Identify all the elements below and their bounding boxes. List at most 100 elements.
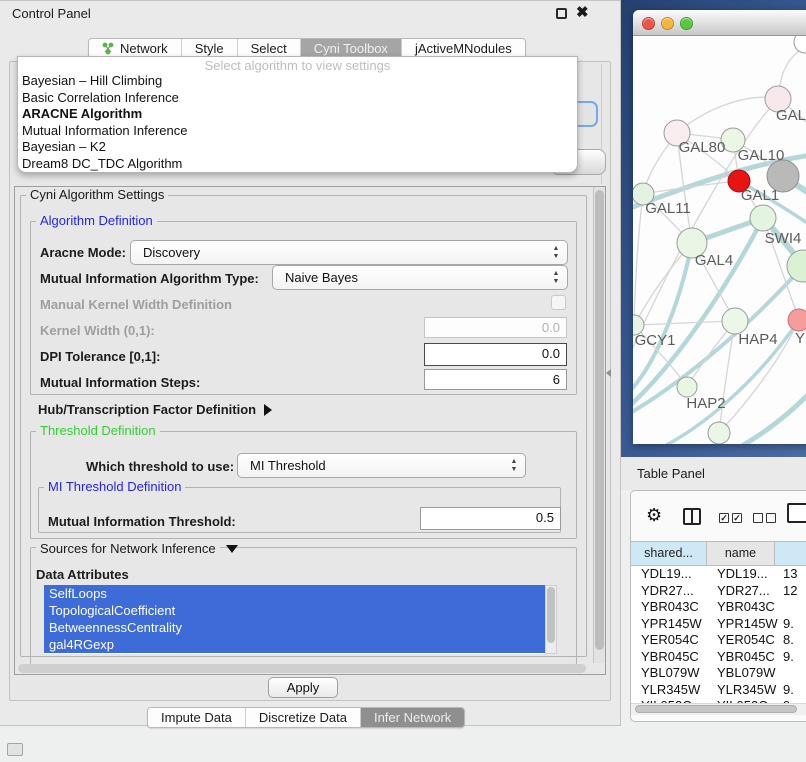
aracne-mode-label: Aracne Mode: <box>40 245 126 260</box>
window-close-button[interactable] <box>642 17 655 30</box>
spinner-arrows-icon: ▲▼ <box>549 245 567 261</box>
manual-kernel-width-checkbox[interactable] <box>551 295 566 310</box>
mi-algorithm-type-value: Naive Bayes <box>273 270 549 285</box>
table-row[interactable]: YER054CYER054C8. <box>631 632 806 649</box>
cyni-tab-discretize-data[interactable]: Discretize Data <box>246 708 361 727</box>
tab-label: Cyni Toolbox <box>314 41 388 56</box>
select-all-rows-icon[interactable]: ✓ ✓ <box>719 513 742 523</box>
deselect-all-rows-icon[interactable] <box>753 513 776 523</box>
window-zoom-button[interactable] <box>680 17 693 30</box>
node-top-partial[interactable] <box>794 36 806 53</box>
which-threshold-select[interactable]: MI Threshold ▲▼ <box>237 453 526 478</box>
network-view-window[interactable]: GALGAL80GAL10GAL1GAL11SWI4GAL4GCY1HAP4YH… <box>633 10 806 444</box>
node-label: HAP2 <box>686 395 725 412</box>
cyni-tab-infer-network[interactable]: Infer Network <box>361 708 464 727</box>
algorithm-option[interactable]: Mutual Information Inference <box>18 123 577 140</box>
node-salmon[interactable] <box>788 309 806 331</box>
attribute-item[interactable]: gal4RGexp <box>44 636 545 653</box>
spinner-arrows-icon: ▲▼ <box>507 458 525 474</box>
mi-threshold-field[interactable]: 0.5 <box>420 507 561 530</box>
network-edge[interactable] <box>731 384 806 444</box>
table-cell: YBR043C <box>717 599 775 615</box>
node-label: Y <box>795 330 805 347</box>
table-row[interactable]: YBL079WYBL079W <box>631 665 806 682</box>
mi-steps-label: Mutual Information Steps: <box>40 375 200 390</box>
window-minimize-button[interactable] <box>661 17 674 30</box>
tab-label: jActiveMNodules <box>415 41 512 56</box>
hub-definition-toggle[interactable]: Hub/Transcription Factor Definition <box>38 401 272 419</box>
column-chooser-icon[interactable] <box>683 508 701 525</box>
mi-algorithm-type-select[interactable]: Naive Bayes ▲▼ <box>272 265 568 290</box>
close-panel-icon[interactable]: ✖ <box>576 3 589 21</box>
table-cell: YLR345W <box>641 682 700 698</box>
network-edge[interactable] <box>677 97 778 133</box>
mi-threshold-label: Mutual Information Threshold: <box>48 514 236 529</box>
attribute-item[interactable]: SelfLoops <box>44 585 545 602</box>
export-table-icon[interactable] <box>787 503 806 523</box>
mi-steps-field[interactable]: 6 <box>424 369 567 390</box>
table-horizontal-scrollbar-thumb[interactable] <box>635 705 797 713</box>
algorithm-option[interactable]: Bayesian – K2 <box>18 139 577 156</box>
network-edge[interactable] <box>634 321 735 325</box>
horizontal-scrollbar-thumb[interactable] <box>18 664 586 673</box>
table-row[interactable]: YBR043C YBR043C <box>631 599 806 616</box>
table-body: YDL19...YDL19...13YDR27...YDR27...12YBR0… <box>631 566 806 703</box>
kernel-width-field[interactable]: 0.0 <box>424 317 567 338</box>
table-column-header[interactable] <box>775 542 806 565</box>
aracne-mode-select[interactable]: Discovery ▲▼ <box>130 240 568 265</box>
node-bottom-partial[interactable] <box>708 422 730 444</box>
table-row[interactable]: YLR345WYLR345W9. <box>631 682 806 699</box>
algorithm-option[interactable]: Basic Correlation Inference <box>18 90 577 107</box>
table-cell: YBR043C <box>641 599 699 615</box>
float-panel-icon[interactable] <box>556 8 567 19</box>
table-column-header[interactable]: name <box>707 542 775 565</box>
table-row[interactable]: YDL19...YDL19...13 <box>631 566 806 583</box>
cyni-tab-label: Impute Data <box>161 710 232 725</box>
table-row[interactable]: YDR27...YDR27...12 <box>631 583 806 600</box>
network-edge[interactable] <box>634 194 643 325</box>
table-panel-title: Table Panel <box>637 466 705 481</box>
panel-divider-collapse-arrow[interactable] <box>606 369 611 377</box>
algorithm-option[interactable]: Dream8 DC_TDC Algorithm <box>18 156 577 173</box>
attributes-scrollbar-thumb[interactable] <box>547 587 555 643</box>
cyni-tab-label: Discretize Data <box>259 710 347 725</box>
table-row[interactable]: YBR045CYBR045C9. <box>631 649 806 666</box>
table-panel: ⚙ ✓ ✓ shared...name YDL19...YDL19...13YD… <box>630 490 806 722</box>
node-hap2[interactable] <box>677 377 697 397</box>
collapsed-panel-icon[interactable] <box>7 743 23 756</box>
algorithm-option[interactable]: Bayesian – Hill Climbing <box>18 73 577 90</box>
network-graph: GALGAL80GAL10GAL1GAL11SWI4GAL4GCY1HAP4YH… <box>633 36 806 444</box>
table-row[interactable]: YPR145WYPR145W9. <box>631 616 806 633</box>
table-cell: 9. <box>783 616 794 632</box>
mi-algorithm-type-label: Mutual Information Algorithm Type: <box>40 271 259 286</box>
attribute-item[interactable]: BetweennessCentrality <box>44 619 545 636</box>
apply-button[interactable]: Apply <box>268 677 338 698</box>
algorithm-option[interactable]: ARACNE Algorithm <box>18 106 577 123</box>
control-panel: Control Panel ✖ NetworkStyleSelectCyni T… <box>0 0 621 726</box>
node-label: GAL1 <box>741 187 779 204</box>
mi-threshold-definition-label: MI Threshold Definition <box>44 480 185 494</box>
vertical-scrollbar-thumb[interactable] <box>595 190 604 650</box>
table-cell: YBL079W <box>717 665 776 681</box>
data-attributes-list[interactable]: SelfLoopsTopologicalCoefficientBetweenne… <box>44 585 545 654</box>
table-cell: YPR145W <box>717 616 778 632</box>
table-cell: 9. <box>783 649 794 665</box>
cyni-tab-impute-data[interactable]: Impute Data <box>148 708 246 727</box>
expanded-arrow-icon <box>226 545 238 553</box>
table-column-header[interactable]: shared... <box>631 542 707 565</box>
dpi-tolerance-label: DPI Tolerance [0,1]: <box>40 349 160 364</box>
table-header-row: shared...name <box>631 541 806 566</box>
node-big-green[interactable] <box>787 250 806 282</box>
table-cell: 12 <box>783 583 797 599</box>
node-swi4[interactable] <box>750 205 776 231</box>
node-label: GAL80 <box>679 139 726 156</box>
sources-toggle[interactable]: Sources for Network Inference <box>36 540 238 558</box>
table-cell: YER054C <box>717 632 775 648</box>
node-label: SWI4 <box>765 230 802 247</box>
dpi-tolerance-field[interactable]: 0.0 <box>424 343 567 366</box>
network-window-titlebar[interactable] <box>633 10 806 36</box>
tab-label: Select <box>251 41 287 56</box>
table-settings-gear-icon[interactable]: ⚙ <box>646 506 662 524</box>
network-canvas[interactable]: GALGAL80GAL10GAL1GAL11SWI4GAL4GCY1HAP4YH… <box>633 36 806 444</box>
attribute-item[interactable]: TopologicalCoefficient <box>44 602 545 619</box>
